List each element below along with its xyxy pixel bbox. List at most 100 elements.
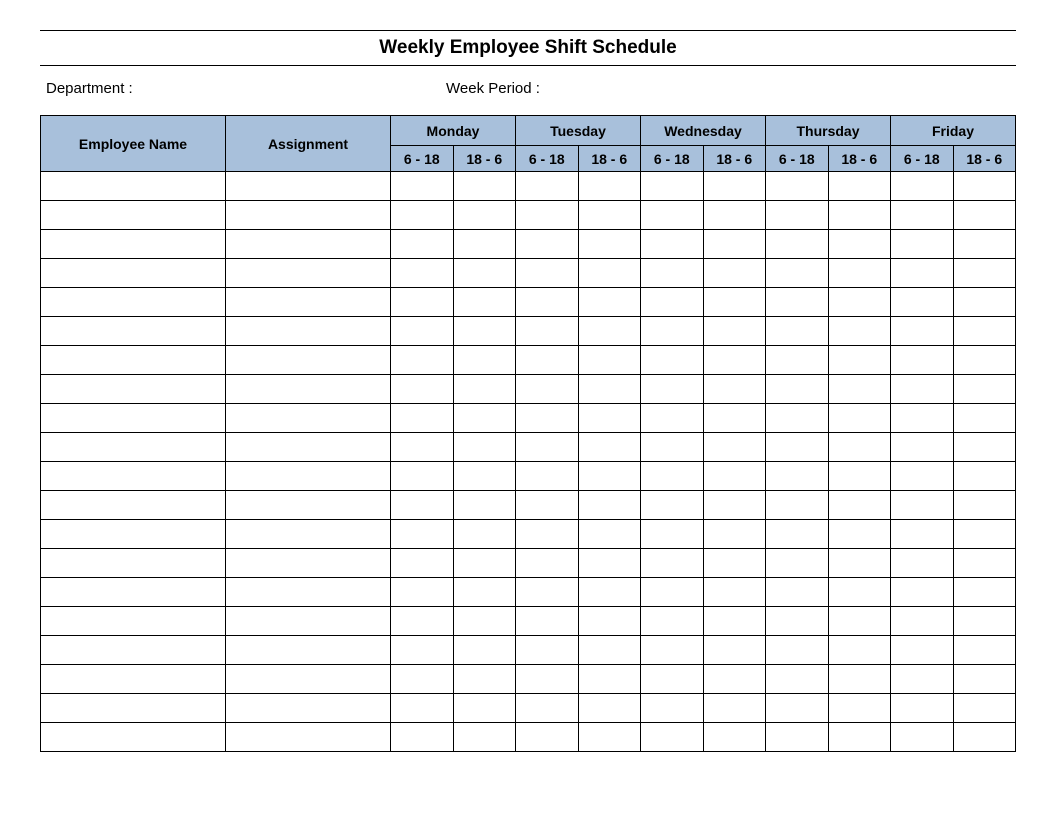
cell-shift: [391, 201, 454, 230]
cell-shift: [891, 491, 954, 520]
cell-shift: [641, 259, 704, 288]
cell-shift: [766, 636, 829, 665]
cell-employee-name: [41, 259, 226, 288]
cell-shift: [578, 694, 641, 723]
cell-shift: [641, 346, 704, 375]
cell-shift: [766, 607, 829, 636]
cell-assignment: [226, 172, 391, 201]
header-employee-name: Employee Name: [41, 116, 226, 172]
cell-shift: [828, 230, 891, 259]
header-day-wednesday: Wednesday: [641, 116, 766, 146]
header-day-friday: Friday: [891, 116, 1016, 146]
cell-shift: [641, 665, 704, 694]
header-day-monday: Monday: [391, 116, 516, 146]
cell-shift: [578, 259, 641, 288]
cell-shift: [766, 723, 829, 752]
cell-shift: [453, 694, 516, 723]
week-period-label: Week Period :: [446, 80, 1016, 97]
page-title: Weekly Employee Shift Schedule: [40, 37, 1016, 59]
cell-shift: [391, 462, 454, 491]
cell-shift: [641, 694, 704, 723]
cell-shift: [453, 636, 516, 665]
cell-assignment: [226, 317, 391, 346]
cell-shift: [516, 346, 579, 375]
cell-shift: [578, 665, 641, 694]
cell-shift: [391, 665, 454, 694]
cell-employee-name: [41, 520, 226, 549]
cell-shift: [391, 288, 454, 317]
cell-shift: [828, 578, 891, 607]
cell-shift: [766, 694, 829, 723]
cell-shift: [453, 549, 516, 578]
cell-shift: [703, 549, 766, 578]
cell-shift: [703, 665, 766, 694]
cell-shift: [641, 549, 704, 578]
cell-shift: [828, 462, 891, 491]
cell-assignment: [226, 433, 391, 462]
cell-shift: [703, 346, 766, 375]
cell-shift: [391, 491, 454, 520]
cell-shift: [891, 317, 954, 346]
cell-shift: [453, 201, 516, 230]
cell-shift: [953, 433, 1016, 462]
cell-shift: [828, 346, 891, 375]
cell-shift: [391, 259, 454, 288]
cell-shift: [891, 259, 954, 288]
cell-shift: [453, 172, 516, 201]
cell-shift: [578, 288, 641, 317]
cell-shift: [828, 491, 891, 520]
cell-shift: [516, 491, 579, 520]
cell-assignment: [226, 230, 391, 259]
cell-assignment: [226, 665, 391, 694]
cell-shift: [703, 288, 766, 317]
cell-employee-name: [41, 723, 226, 752]
cell-shift: [516, 549, 579, 578]
cell-shift: [641, 230, 704, 259]
cell-shift: [828, 723, 891, 752]
cell-shift: [641, 433, 704, 462]
table-row: [41, 723, 1016, 752]
cell-shift: [453, 375, 516, 404]
table-row: [41, 462, 1016, 491]
cell-employee-name: [41, 491, 226, 520]
cell-shift: [578, 230, 641, 259]
cell-shift: [391, 346, 454, 375]
cell-shift: [891, 723, 954, 752]
cell-assignment: [226, 201, 391, 230]
cell-shift: [391, 607, 454, 636]
cell-shift: [891, 201, 954, 230]
cell-employee-name: [41, 230, 226, 259]
meta-row: Department : Week Period :: [40, 80, 1016, 97]
table-row: [41, 404, 1016, 433]
cell-shift: [766, 230, 829, 259]
cell-shift: [891, 578, 954, 607]
cell-shift: [766, 404, 829, 433]
cell-shift: [703, 520, 766, 549]
cell-shift: [766, 462, 829, 491]
cell-shift: [703, 375, 766, 404]
cell-shift: [953, 288, 1016, 317]
cell-shift: [641, 288, 704, 317]
cell-shift: [828, 404, 891, 433]
cell-shift: [453, 491, 516, 520]
cell-employee-name: [41, 433, 226, 462]
cell-shift: [828, 694, 891, 723]
cell-shift: [766, 375, 829, 404]
header-shift: 18 - 6: [703, 146, 766, 172]
cell-shift: [703, 694, 766, 723]
cell-employee-name: [41, 462, 226, 491]
cell-shift: [516, 694, 579, 723]
header-shift: 6 - 18: [641, 146, 704, 172]
cell-shift: [453, 433, 516, 462]
cell-shift: [453, 520, 516, 549]
cell-shift: [453, 607, 516, 636]
cell-shift: [453, 578, 516, 607]
cell-shift: [641, 723, 704, 752]
cell-shift: [453, 723, 516, 752]
cell-employee-name: [41, 288, 226, 317]
cell-assignment: [226, 694, 391, 723]
cell-shift: [516, 462, 579, 491]
cell-shift: [453, 230, 516, 259]
title-section: Weekly Employee Shift Schedule: [40, 30, 1016, 66]
cell-shift: [391, 172, 454, 201]
